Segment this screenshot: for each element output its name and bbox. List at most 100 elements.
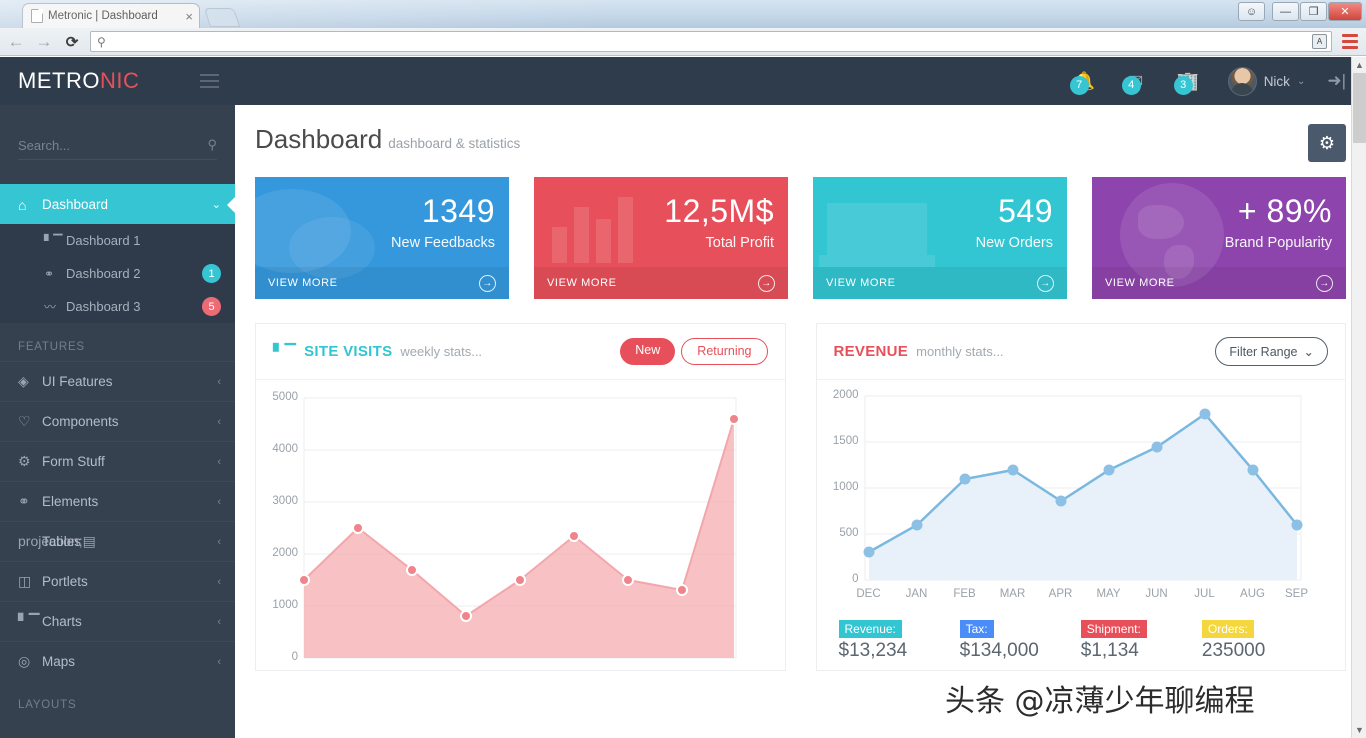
view-more-button[interactable]: VIEW MORE → <box>534 267 788 299</box>
sidebar-section-features: FEATURES <box>18 341 85 353</box>
sidebar-item-dashboard-2[interactable]: ⚭ Dashboard 2 1 <box>0 257 235 290</box>
user-menu[interactable]: Nick ⌄ <box>1214 66 1320 96</box>
notifications-button[interactable]: 🔔 7 <box>1058 71 1110 95</box>
sidebar-item-portlets[interactable]: ◫ Portlets ‹ <box>0 561 235 601</box>
view-more-button[interactable]: VIEW MORE → <box>813 267 1067 299</box>
sidebar-item-charts[interactable]: ▘▔ Charts ‹ <box>0 601 235 641</box>
close-tab-icon[interactable]: × <box>179 9 193 24</box>
sidebar-item-label: Dashboard 2 <box>66 266 141 281</box>
stat-label: Brand Popularity <box>1224 235 1332 251</box>
new-tab-button[interactable] <box>203 8 241 27</box>
chevron-left-icon: ‹ <box>217 495 221 508</box>
address-bar[interactable]: ⚲ A <box>90 31 1332 52</box>
reload-icon[interactable]: ⟳ <box>62 33 82 51</box>
sidebar-search[interactable]: ⚲ <box>18 137 217 160</box>
sidebar-item-label: Components <box>42 414 119 429</box>
gear-icon: ⚙ <box>18 453 31 469</box>
chart-site-visits[interactable]: 5000 4000 3000 2000 1000 0 <box>256 380 785 670</box>
y-tick-label: 1000 <box>832 481 859 493</box>
chevron-left-icon: ‹ <box>217 415 221 428</box>
stat-card-new-feedbacks[interactable]: 1349 New Feedbacks VIEW MORE → <box>255 177 509 299</box>
arrow-right-icon: → <box>758 274 775 292</box>
page-scrollbar[interactable]: ▲ ▼ <box>1351 57 1366 738</box>
stat-card-new-orders[interactable]: 549 New Orders VIEW MORE → <box>813 177 1067 299</box>
view-more-button[interactable]: VIEW MORE → <box>1092 267 1346 299</box>
inbox-button[interactable]: ✉ 4 <box>1110 71 1162 95</box>
settings-button[interactable]: ⚙ <box>1308 124 1346 162</box>
stat-orders: Orders: 235000 <box>1201 620 1323 662</box>
monitor-icon <box>819 203 935 267</box>
tasks-button[interactable]: 🏢 3 <box>1162 71 1214 95</box>
panel-body: 2000 1500 1000 500 0 DEC JAN FEB MAR APR… <box>817 380 1346 662</box>
browser-tabstrip: Metronic | Dashboard × ☺ — ❐ ✕ <box>0 0 1366 28</box>
sidebar-nav: ⌂ Dashboard ⌄ ▘▔ Dashboard 1 ⚭ Dashboard… <box>0 184 235 719</box>
stat-tag: Orders: <box>1201 620 1254 638</box>
stat-value: $1,134 <box>1080 640 1139 661</box>
sidebar-item-maps[interactable]: ◎ Maps ‹ <box>0 641 235 681</box>
tab-returning[interactable]: Returning <box>681 338 768 365</box>
gear-icon: ⚙ <box>1318 132 1336 153</box>
filter-range-button[interactable]: Filter Range ⌄ <box>1215 337 1328 366</box>
app-root: METRONIC ⚲ ⌂ Dashboard ⌄ ▘▔ <box>0 57 1366 738</box>
app-top-navbar: METRONIC 🔔 7 ✉ 4 🏢 3 Nick ⌄ ➜| <box>0 57 1366 105</box>
diamond-icon: ◈ <box>18 373 29 389</box>
window-controls: ☺ — ❐ ✕ <box>1238 2 1362 21</box>
stat-cards: 1349 New Feedbacks VIEW MORE → 12,5M$ To… <box>235 162 1366 299</box>
tab-new[interactable]: New <box>620 338 676 365</box>
sidebar-search-wrap: ⚲ <box>0 105 235 168</box>
minimize-button[interactable]: — <box>1272 2 1299 21</box>
x-tick-label: APR <box>1048 588 1073 600</box>
chevron-left-icon: ‹ <box>217 455 221 468</box>
user-profile-button[interactable]: ☺ <box>1238 2 1265 21</box>
search-icon[interactable]: ⚲ <box>207 137 217 153</box>
line-chart-icon: 〰 <box>44 300 57 314</box>
logo-main[interactable]: METRONIC <box>18 68 139 94</box>
sidebar-item-dashboard-1[interactable]: ▘▔ Dashboard 1 <box>0 224 235 257</box>
x-tick-label: MAR <box>999 588 1026 600</box>
panel-title-text: REVENUE <box>833 343 909 360</box>
close-window-button[interactable]: ✕ <box>1328 2 1362 21</box>
panel-title-text: SITE VISITS <box>304 343 393 360</box>
back-icon[interactable]: ← <box>6 32 26 52</box>
sidebar-item-elements[interactable]: ⚭ Elements ‹ <box>0 481 235 521</box>
stat-card-brand-popularity[interactable]: + 89% Brand Popularity VIEW MORE → <box>1092 177 1346 299</box>
chevron-left-icon: ‹ <box>217 655 221 668</box>
panel-title: REVENUE monthly stats... <box>834 343 1004 360</box>
area-fill <box>304 419 734 658</box>
logout-icon[interactable]: ➜| <box>1319 71 1346 91</box>
stat-card-total-profit[interactable]: 12,5M$ Total Profit VIEW MORE → <box>534 177 788 299</box>
sidebar-item-label: Form Stuff <box>42 454 105 469</box>
sidebar-item-dashboard-3[interactable]: 〰 Dashboard 3 5 <box>0 290 235 323</box>
chart-revenue[interactable]: 2000 1500 1000 500 0 DEC JAN FEB MAR APR… <box>817 380 1346 612</box>
sidebar-item-ui-features[interactable]: ◈ UI Features ‹ <box>0 361 235 401</box>
browser-tab[interactable]: Metronic | Dashboard × <box>22 3 200 28</box>
stat-label: Total Profit <box>705 235 775 251</box>
panel-title: ▘▔ SITE VISITS weekly stats... <box>273 343 482 361</box>
view-more-button[interactable]: VIEW MORE → <box>255 267 509 299</box>
y-tick-label: 2000 <box>272 547 298 559</box>
x-tick-label: JUN <box>1145 588 1168 600</box>
scroll-down-icon[interactable]: ▼ <box>1352 722 1366 738</box>
logo-part-1: METRO <box>18 68 100 93</box>
address-input[interactable] <box>111 34 1325 49</box>
forward-icon[interactable]: → <box>34 32 54 52</box>
sidebar-badge: 5 <box>202 297 221 316</box>
sidebar-item-dashboard[interactable]: ⌂ Dashboard ⌄ <box>0 184 235 224</box>
bar-chart-icon: ▘▔ <box>44 233 63 248</box>
scroll-up-icon[interactable]: ▲ <box>1352 57 1366 73</box>
page-title-text: Dashboard <box>255 124 383 154</box>
y-tick-label: 2000 <box>832 389 859 401</box>
scrollbar-thumb[interactable] <box>1353 73 1366 143</box>
heart-icon: ♡ <box>18 413 31 429</box>
sidebar-item-form-stuff[interactable]: ⚙ Form Stuff ‹ <box>0 441 235 481</box>
browser-toolbar: ← → ⟳ ⚲ A <box>0 28 1366 56</box>
sidebar-item-components[interactable]: ♡ Components ‹ <box>0 401 235 441</box>
browser-menu-icon[interactable] <box>1340 34 1360 49</box>
stat-tag: Shipment: <box>1080 620 1147 638</box>
sidebar-toggle-icon[interactable] <box>200 74 219 88</box>
maximize-button[interactable]: ❐ <box>1300 2 1327 21</box>
translate-icon[interactable]: A <box>1312 34 1327 49</box>
stat-value: 549 <box>998 193 1053 229</box>
search-input[interactable] <box>18 137 168 153</box>
sidebar-item-tables[interactable]: projection;▤ Tables ‹ <box>0 521 235 561</box>
